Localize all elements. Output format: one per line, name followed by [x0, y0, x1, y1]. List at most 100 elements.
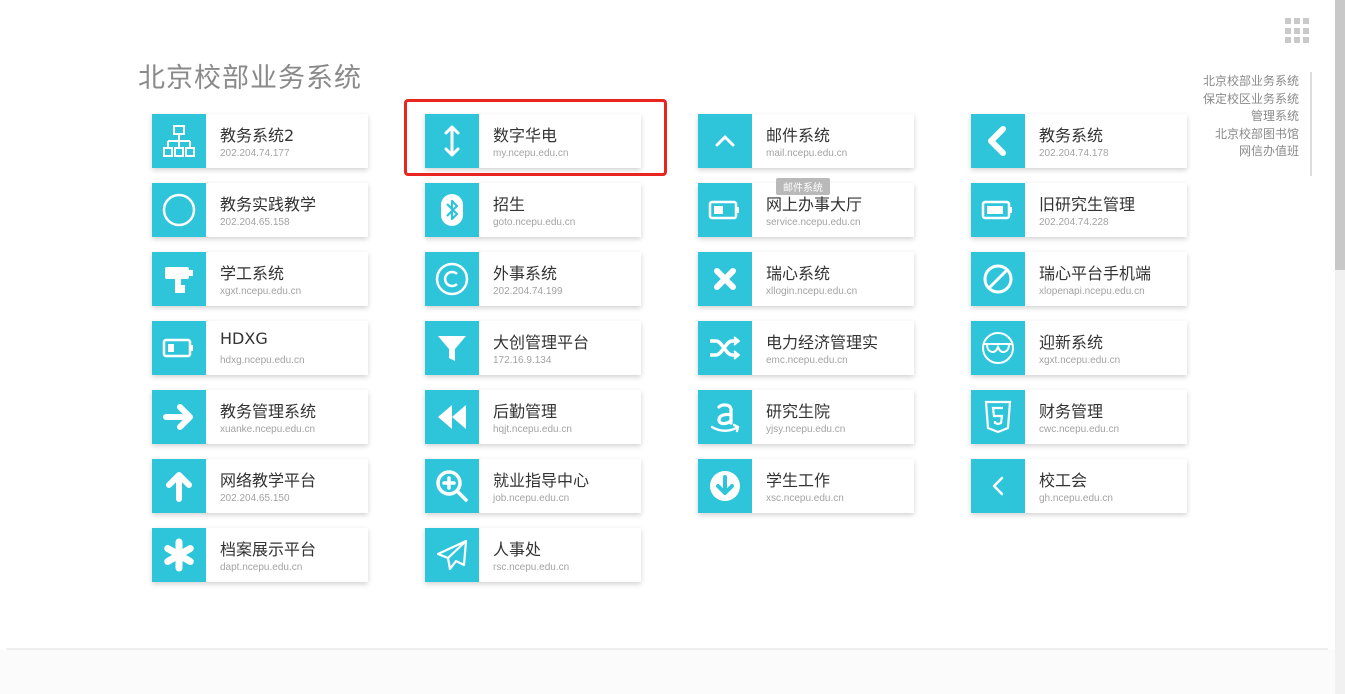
app-tile-name: 研究生院 — [766, 402, 831, 421]
app-tile[interactable]: 教务系统 202.204.74.178 — [971, 114, 1187, 168]
app-tile[interactable]: 教务管理系统 xuanke.ncepu.edu.cn — [152, 390, 368, 444]
backward-icon — [425, 390, 479, 444]
app-tile-name: 邮件系统 — [766, 126, 831, 145]
app-tile-url: service.ncepu.edu.cn — [766, 217, 861, 228]
app-tile-url: 172.16.9.134 — [493, 355, 552, 366]
app-tile-name: 就业指导中心 — [493, 471, 590, 490]
app-tile[interactable]: 迎新系统 xgxt.ncepu.edu.cn — [971, 321, 1187, 375]
sitemap-icon — [152, 114, 206, 168]
app-tile-name: 教务系统 — [1039, 126, 1104, 145]
app-tile-name: 招生 — [493, 195, 526, 214]
app-tile[interactable]: HDXG hdxg.ncepu.edu.cn — [152, 321, 368, 375]
chevron-up-icon — [698, 114, 752, 168]
app-tile-url: xuanke.ncepu.edu.cn — [220, 424, 316, 435]
app-tile[interactable]: 外事系统 202.204.74.199 — [425, 252, 641, 306]
app-tile-grid: 教务系统2 202.204.74.177 数字华电 my.ncepu.edu.c… — [0, 0, 1300, 640]
app-tile-name: 网络教学平台 — [220, 471, 317, 490]
app-tile[interactable]: 学工系统 xgxt.ncepu.edu.cn — [152, 252, 368, 306]
app-tile[interactable]: 就业指导中心 job.ncepu.edu.cn — [425, 459, 641, 513]
app-tile[interactable]: 网络教学平台 202.204.65.150 — [152, 459, 368, 513]
chevron-left-bold-icon — [971, 114, 1025, 168]
app-tile-url: cwc.ncepu.edu.cn — [1039, 424, 1120, 435]
close-icon — [698, 252, 752, 306]
highlight-box — [404, 99, 667, 176]
glasses-icon — [971, 321, 1025, 375]
filter-icon — [425, 321, 479, 375]
app-tile[interactable]: 校工会 gh.ncepu.edu.cn — [971, 459, 1187, 513]
app-tile[interactable]: 大创管理平台 172.16.9.134 — [425, 321, 641, 375]
app-tile[interactable]: 瑞心系统 xllogin.ncepu.edu.cn — [698, 252, 914, 306]
app-tile-name: 学工系统 — [220, 264, 285, 283]
app-tile-name: 教务实践教学 — [220, 195, 317, 214]
app-tile-url: gh.ncepu.edu.cn — [1039, 493, 1113, 504]
app-tile-url: 202.204.74.178 — [1039, 148, 1109, 159]
app-tile-url: job.ncepu.edu.cn — [493, 493, 570, 504]
arrow-right-icon — [152, 390, 206, 444]
app-tile-name: 后勤管理 — [493, 402, 558, 421]
asterisk-icon — [152, 528, 206, 582]
app-tile-url: xsc.ncepu.edu.cn — [766, 493, 844, 504]
app-tile[interactable]: 教务系统2 202.204.74.177 — [152, 114, 368, 168]
app-tile-url: mail.ncepu.edu.cn — [766, 148, 848, 159]
app-tile[interactable]: 人事处 rsc.ncepu.edu.cn — [425, 528, 641, 582]
app-tile-url: dapt.ncepu.edu.cn — [220, 562, 303, 573]
arrow-up-icon — [152, 459, 206, 513]
battery-icon — [971, 183, 1025, 237]
app-tile-url: hdxg.ncepu.edu.cn — [220, 355, 305, 366]
app-tile-name: 旧研究生管理 — [1039, 195, 1136, 214]
scrollbar-thumb[interactable] — [1335, 0, 1345, 270]
app-tile-url: 202.204.74.177 — [220, 148, 290, 159]
app-tile-name: 档案展示平台 — [220, 540, 317, 559]
scrollbar[interactable] — [1335, 0, 1345, 694]
app-tile-url: xgxt.ncepu.edu.cn — [1039, 355, 1121, 366]
shuffle-icon — [698, 321, 752, 375]
app-tile[interactable]: 后勤管理 hqjt.ncepu.edu.cn — [425, 390, 641, 444]
app-tile-name: 外事系统 — [493, 264, 558, 283]
battery-icon — [152, 321, 206, 375]
app-tile[interactable]: 招生 goto.ncepu.edu.cn — [425, 183, 641, 237]
chevron-left-icon — [971, 459, 1025, 513]
arrow-circle-down-icon — [698, 459, 752, 513]
copyright-icon — [425, 252, 479, 306]
app-tile-url: xlopenapi.ncepu.edu.cn — [1039, 286, 1145, 297]
html5-icon — [971, 390, 1025, 444]
tooltip: 邮件系统 — [776, 178, 830, 195]
app-tile[interactable]: 研究生院 yjsy.ncepu.edu.cn — [698, 390, 914, 444]
app-tile-url: 202.204.65.150 — [220, 493, 290, 504]
app-tile[interactable]: 档案展示平台 dapt.ncepu.edu.cn — [152, 528, 368, 582]
app-tile-name: 教务管理系统 — [220, 402, 317, 421]
app-tile[interactable]: 财务管理 cwc.ncepu.edu.cn — [971, 390, 1187, 444]
footer — [0, 650, 1335, 694]
app-tile[interactable]: 邮件系统 mail.ncepu.edu.cn — [698, 114, 914, 168]
app-tile-name: 瑞心平台手机端 — [1039, 264, 1152, 283]
app-tile-url: rsc.ncepu.edu.cn — [493, 562, 570, 573]
app-tile-name: 电力经济管理实 — [766, 333, 879, 352]
app-tile-url: 202.204.74.228 — [1039, 217, 1109, 228]
ban-icon — [971, 252, 1025, 306]
app-tile-name: 人事处 — [493, 540, 542, 559]
app-tile[interactable]: 教务实践教学 202.204.65.158 — [152, 183, 368, 237]
app-tile-url: goto.ncepu.edu.cn — [493, 217, 576, 228]
app-tile-name: 财务管理 — [1039, 402, 1104, 421]
paint-roller-icon — [152, 252, 206, 306]
amazon-icon — [698, 390, 752, 444]
app-tile-url: hqjt.ncepu.edu.cn — [493, 424, 572, 435]
app-tile[interactable]: 瑞心平台手机端 xlopenapi.ncepu.edu.cn — [971, 252, 1187, 306]
paper-plane-icon — [425, 528, 479, 582]
battery-icon — [698, 183, 752, 237]
circle-icon — [152, 183, 206, 237]
app-tile-url: xllogin.ncepu.edu.cn — [766, 286, 858, 297]
app-tile-name: 迎新系统 — [1039, 333, 1104, 352]
app-tile-name: HDXG — [220, 329, 268, 348]
search-plus-icon — [425, 459, 479, 513]
app-tile-url: emc.ncepu.edu.cn — [766, 355, 848, 366]
app-tile[interactable]: 旧研究生管理 202.204.74.228 — [971, 183, 1187, 237]
app-tile-url: xgxt.ncepu.edu.cn — [220, 286, 302, 297]
app-tile[interactable]: 电力经济管理实 emc.ncepu.edu.cn — [698, 321, 914, 375]
app-tile-name: 瑞心系统 — [766, 264, 831, 283]
app-tile-url: 202.204.65.158 — [220, 217, 290, 228]
app-tile[interactable]: 学生工作 xsc.ncepu.edu.cn — [698, 459, 914, 513]
app-tile-name: 学生工作 — [766, 471, 831, 490]
app-tile-name: 大创管理平台 — [493, 333, 590, 352]
app-tile-url: yjsy.ncepu.edu.cn — [766, 424, 846, 435]
